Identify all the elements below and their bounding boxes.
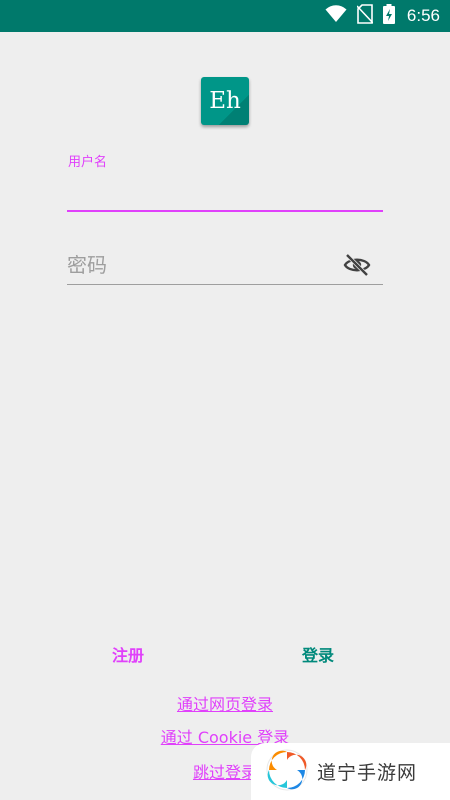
register-button[interactable]: 注册 [112, 642, 144, 666]
wifi-icon [325, 5, 347, 27]
status-bar: 6:56 [0, 0, 450, 32]
eye-off-icon[interactable] [342, 252, 372, 278]
username-label: 用户名 [68, 155, 108, 170]
watermark-text: 道宁手游网 [317, 762, 418, 784]
app-logo: Eh [201, 77, 249, 125]
no-sim-icon [356, 4, 374, 28]
watermark-badge: 道宁手游网 [251, 743, 450, 800]
clock: 6:56 [406, 6, 440, 25]
username-underline [67, 210, 383, 212]
swirl-logo-icon [265, 748, 309, 796]
logo-text: Eh [209, 88, 241, 114]
web-login-link[interactable]: 通过网页登录 [0, 691, 450, 715]
status-icons: 6:56 [325, 0, 440, 32]
login-button[interactable]: 登录 [302, 642, 334, 666]
username-input[interactable] [67, 170, 382, 210]
password-input[interactable] [67, 248, 337, 282]
battery-charging-icon [382, 4, 395, 28]
password-underline [67, 284, 383, 285]
